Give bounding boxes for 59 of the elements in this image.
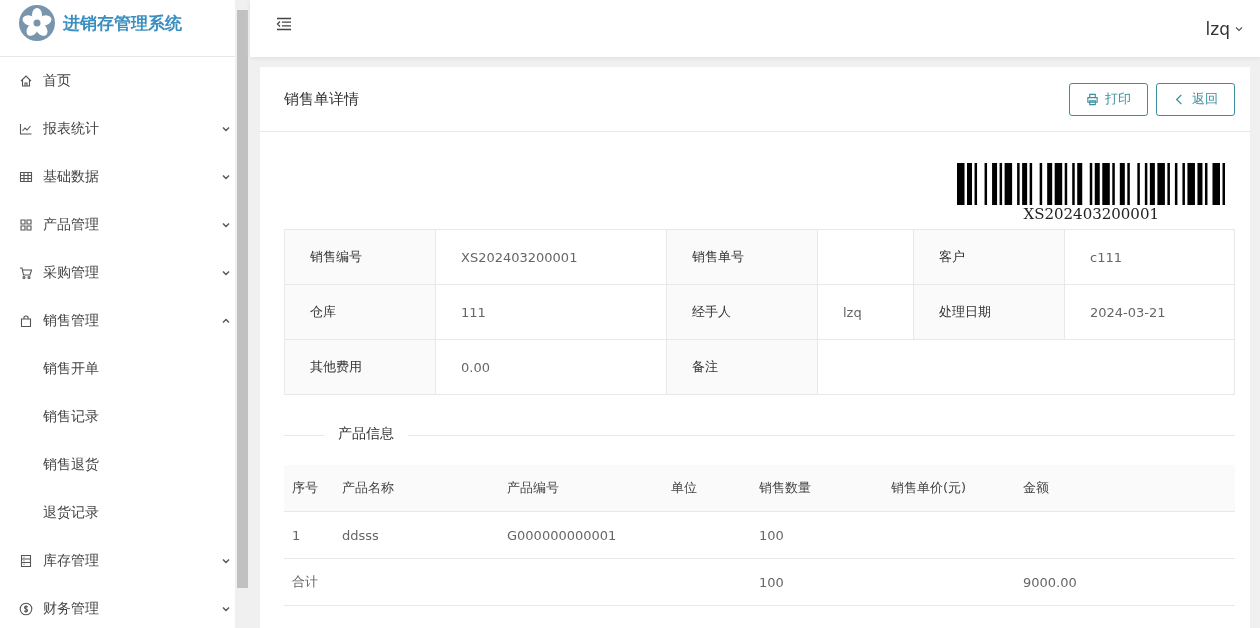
column-header: 销售单价(元) xyxy=(890,479,968,497)
grid-icon xyxy=(19,218,33,232)
printer-icon xyxy=(1086,92,1099,106)
flower-logo-icon xyxy=(19,5,55,41)
table-cell: 100 xyxy=(759,527,784,543)
card-title: 销售单详情 xyxy=(284,89,359,109)
scrollbar-thumb[interactable] xyxy=(237,10,248,588)
table-cell: G000000000001 xyxy=(507,527,617,543)
column-header: 销售数量 xyxy=(758,479,812,497)
field-label: 处理日期 xyxy=(914,285,1065,339)
home-icon xyxy=(19,74,33,88)
table-cell: 1 xyxy=(292,527,301,543)
field-label: 仓库 xyxy=(285,285,436,339)
menu-item[interactable]: 首页 xyxy=(0,57,235,105)
cart-icon xyxy=(19,266,33,280)
field-label: 销售单号 xyxy=(667,230,818,284)
back-button[interactable]: 返回 xyxy=(1156,82,1235,116)
menu-item[interactable]: 采购管理 xyxy=(0,249,235,297)
section-title: 产品信息 xyxy=(324,425,408,443)
submenu-item[interactable]: 退货记录 xyxy=(0,489,235,537)
total-cell: 9000.00 xyxy=(1023,574,1077,590)
field-value: 0.00 xyxy=(461,359,490,375)
line-chart-icon xyxy=(19,122,33,136)
field-label: 客户 xyxy=(914,230,1065,284)
barcode-number: XS202403200001 xyxy=(1023,205,1159,223)
app-title: 进销存管理系统 xyxy=(63,11,182,35)
field-label: 经手人 xyxy=(667,285,818,339)
field-value: 111 xyxy=(461,304,486,320)
column-header: 产品编号 xyxy=(506,479,560,497)
field-value: c111 xyxy=(1090,249,1122,265)
submenu-item[interactable]: 销售开单 xyxy=(0,345,235,393)
dollar-icon xyxy=(19,602,33,616)
menu-item[interactable]: 财务管理 xyxy=(0,585,235,628)
field-value: XS202403200001 xyxy=(461,249,578,265)
column-header: 金额 xyxy=(1022,479,1050,497)
field-value: 2024-03-21 xyxy=(1090,304,1166,320)
table-icon xyxy=(19,170,33,184)
cabinet-icon xyxy=(19,554,33,568)
field-label: 备注 xyxy=(667,340,818,394)
menu-item[interactable]: 销售管理 xyxy=(0,297,235,345)
menu-item[interactable]: 库存管理 xyxy=(0,537,235,585)
bag-icon xyxy=(19,314,33,328)
print-button[interactable]: 打印 xyxy=(1069,82,1148,116)
column-header: 序号 xyxy=(291,479,319,497)
submenu-item[interactable]: 销售退货 xyxy=(0,441,235,489)
column-header: 单位 xyxy=(670,479,698,497)
field-label: 销售编号 xyxy=(285,230,436,284)
menu-item[interactable]: 基础数据 xyxy=(0,153,235,201)
menu-collapse-icon[interactable] xyxy=(276,16,292,31)
field-label: 其他费用 xyxy=(285,340,436,394)
total-cell: 100 xyxy=(759,574,784,590)
menu-item[interactable]: 产品管理 xyxy=(0,201,235,249)
column-header: 产品名称 xyxy=(341,479,395,497)
total-cell: 合计 xyxy=(292,574,318,589)
field-value: lzq xyxy=(843,304,862,320)
user-menu[interactable]: lzq xyxy=(1205,18,1244,39)
menu-item[interactable]: 报表统计 xyxy=(0,105,235,153)
submenu-item[interactable]: 销售记录 xyxy=(0,393,235,441)
table-cell: ddsss xyxy=(342,527,379,543)
